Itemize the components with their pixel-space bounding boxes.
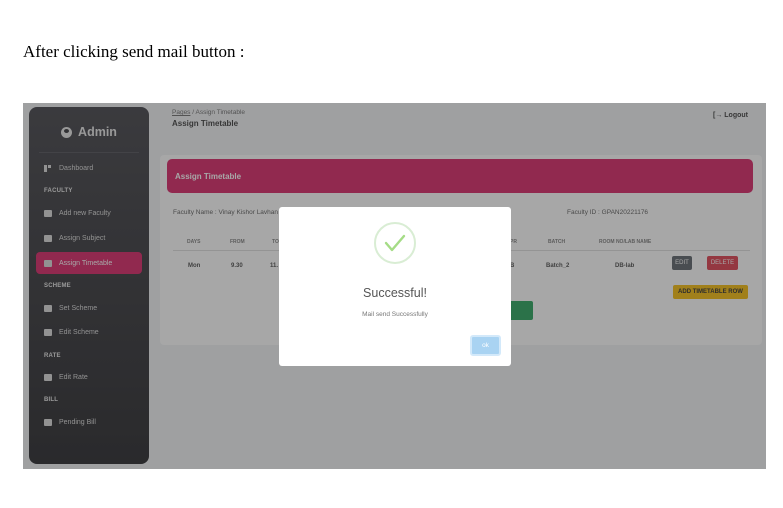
dialog-message: Mail send Successfully — [362, 311, 428, 318]
app-screenshot: Admin Dashboard FACULTY Add new Faculty … — [23, 103, 766, 469]
ok-button[interactable]: ok — [470, 335, 501, 356]
document-caption: After clicking send mail button : — [23, 42, 245, 61]
success-dialog: Successful! Mail send Successfully ok — [279, 207, 511, 366]
dialog-title: Successful! — [363, 286, 427, 300]
success-check-icon — [374, 222, 416, 264]
